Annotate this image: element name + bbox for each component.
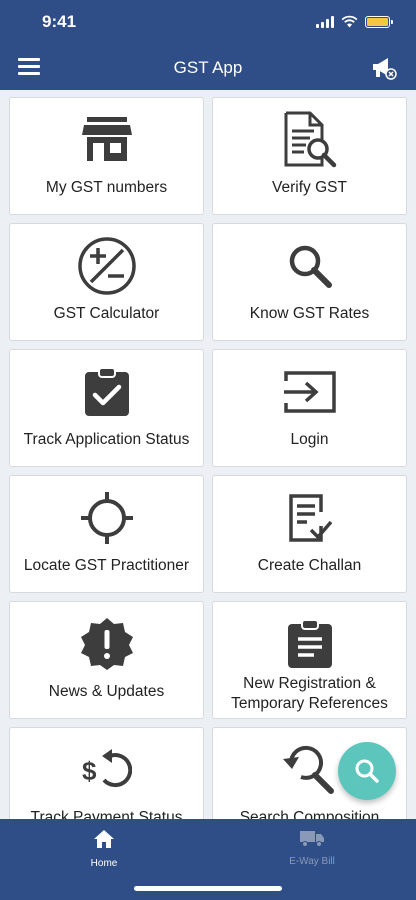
store-icon [10, 112, 203, 168]
search-icon [355, 759, 379, 783]
crosshair-icon [10, 490, 203, 546]
clipboard-list-icon [213, 616, 406, 672]
home-indicator [134, 886, 282, 891]
tab-label: Home [90, 858, 118, 869]
tile-grid: My GST numbers Verify GST GST Calculator [9, 97, 407, 819]
tile-new-registration[interactable]: New Registration & Temporary References [212, 601, 407, 719]
page-title: GST App [173, 58, 243, 77]
tile-label: Track Payment Status [30, 809, 183, 819]
tile-label: New Registration & Temporary References [231, 675, 388, 712]
dollar-refresh-icon: $ [10, 742, 203, 798]
wifi-icon [341, 15, 358, 28]
alert-badge-icon [10, 616, 203, 672]
tile-label: Locate GST Practitioner [23, 557, 190, 574]
tile-label: Search Composition [239, 809, 380, 819]
battery-icon [365, 15, 393, 28]
tile-create-challan[interactable]: Create Challan [212, 475, 407, 593]
tile-label: Know GST Rates [249, 305, 370, 322]
truck-icon [300, 831, 324, 847]
search-icon [213, 238, 406, 294]
document-search-icon [213, 111, 406, 168]
tile-label: Login [290, 431, 329, 448]
plus-minus-icon [10, 237, 203, 295]
tile-label: Create Challan [257, 557, 362, 574]
tile-track-application-status[interactable]: Track Application Status [9, 349, 204, 467]
status-time: 9:41 [42, 12, 77, 31]
tile-my-gst-numbers[interactable]: My GST numbers [9, 97, 204, 215]
tile-label: News & Updates [48, 683, 165, 700]
svg-text:$: $ [82, 756, 97, 786]
status-icons [316, 15, 393, 28]
search-fab-button[interactable] [338, 742, 396, 800]
tile-news-updates[interactable]: News & Updates [9, 601, 204, 719]
announcement-button[interactable] [370, 54, 398, 82]
tile-gst-calculator[interactable]: GST Calculator [9, 223, 204, 341]
tile-track-payment-status[interactable]: $ Track Payment Status [9, 727, 204, 819]
tile-label: My GST numbers [45, 179, 168, 196]
tab-home[interactable]: Home [44, 829, 164, 869]
document-edit-icon [213, 490, 406, 546]
app-header: 9:41 GST App [0, 0, 416, 90]
tile-login[interactable]: Login [212, 349, 407, 467]
tile-know-gst-rates[interactable]: Know GST Rates [212, 223, 407, 341]
signal-icon [316, 15, 334, 28]
tile-label: Track Application Status [23, 431, 190, 448]
tab-eway-bill[interactable]: E-Way Bill [252, 829, 372, 867]
tile-label: Verify GST [272, 179, 347, 196]
tile-verify-gst[interactable]: Verify GST [212, 97, 407, 215]
clipboard-check-icon [10, 364, 203, 420]
tab-label: E-Way Bill [289, 856, 335, 867]
tile-locate-gst-practitioner[interactable]: Locate GST Practitioner [9, 475, 204, 593]
tile-label: GST Calculator [53, 305, 160, 322]
home-icon [94, 830, 114, 848]
megaphone-icon [373, 58, 397, 80]
login-icon [213, 364, 406, 420]
